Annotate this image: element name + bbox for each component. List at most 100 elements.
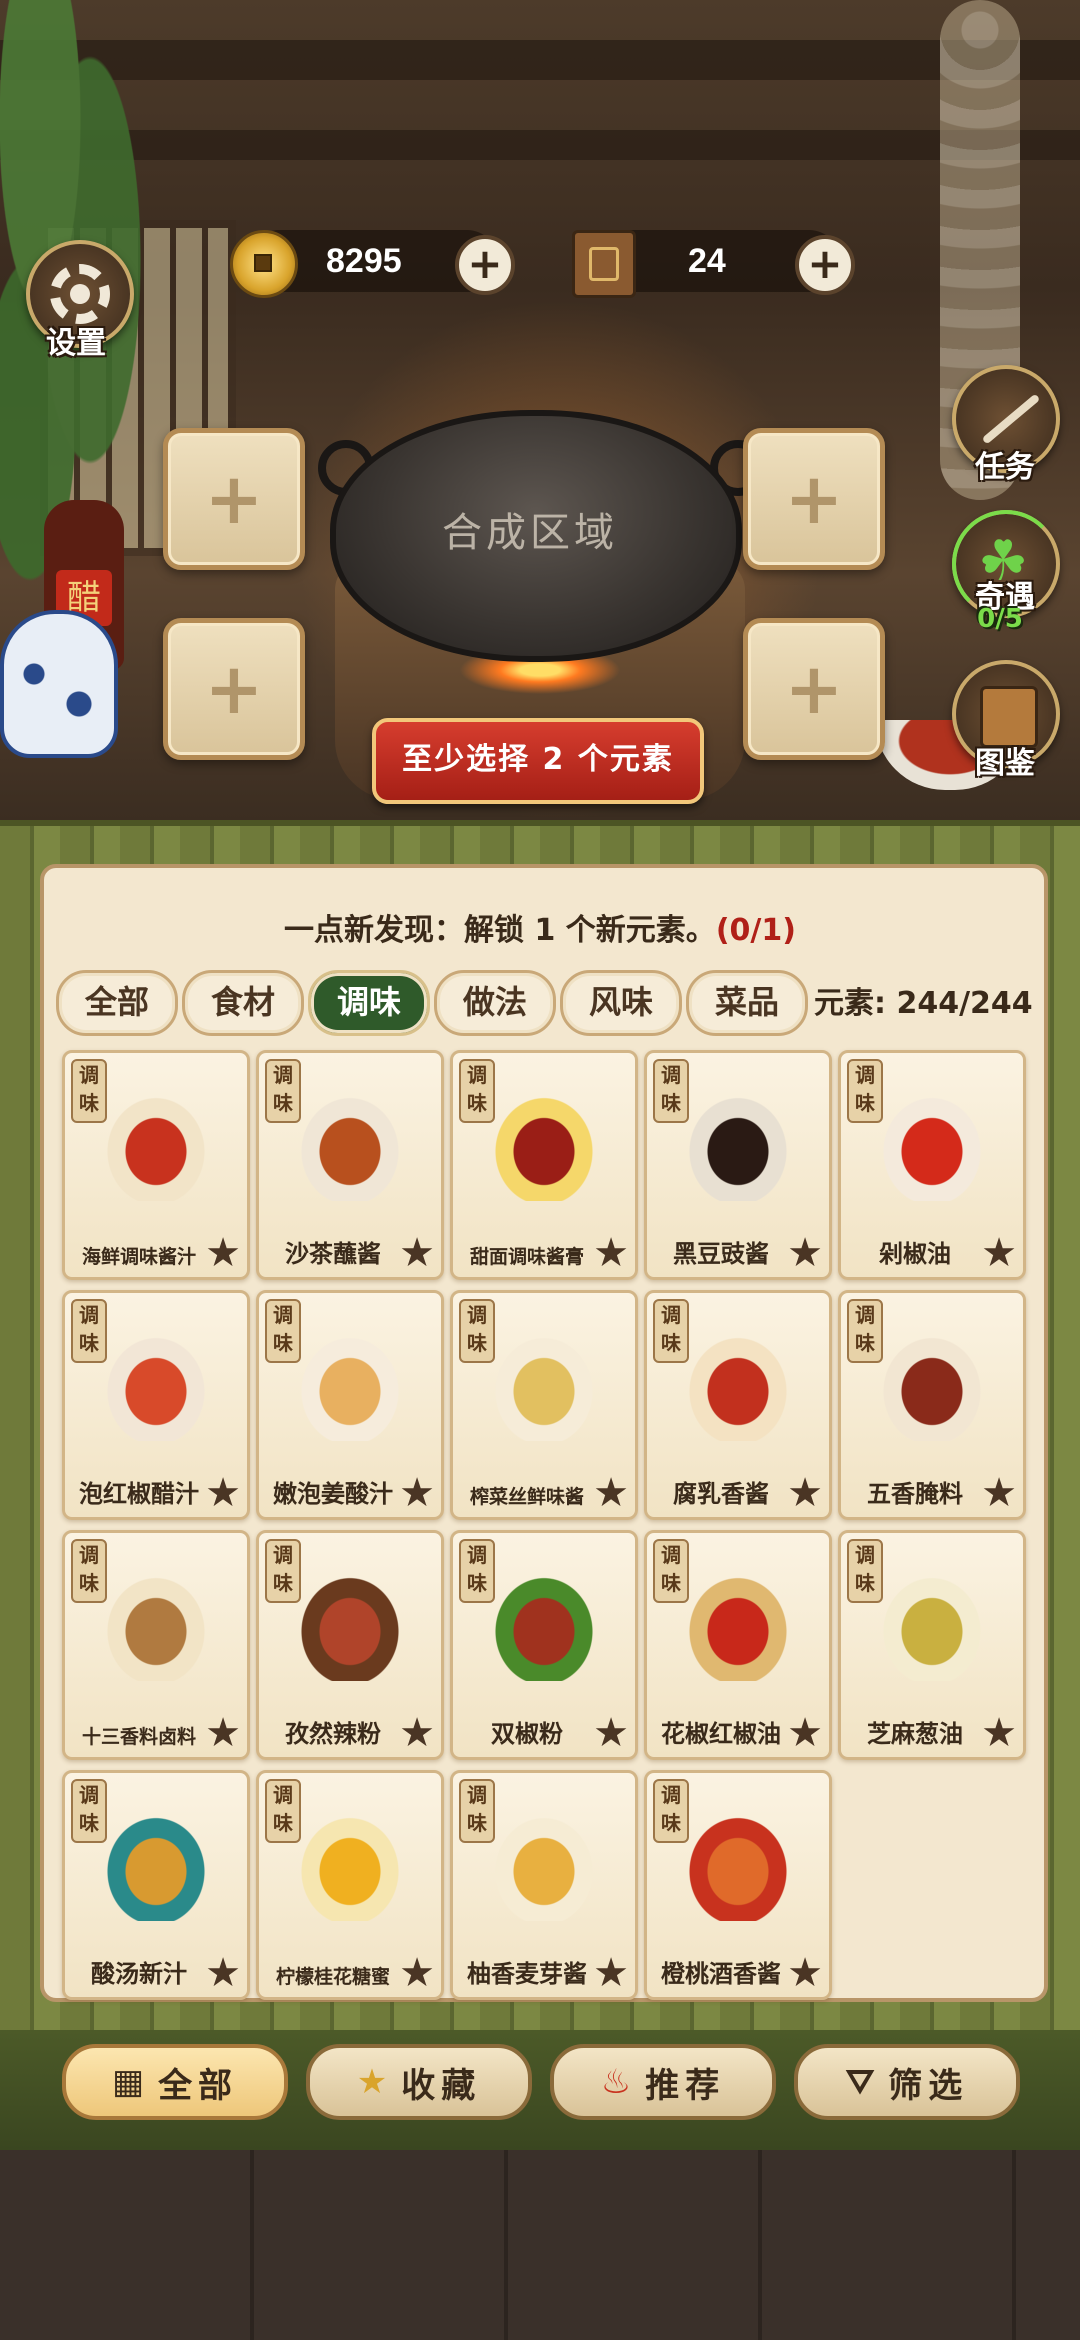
nav-all-button[interactable]: ▦ 全部	[62, 2044, 288, 2120]
sweet-bean-paste-icon	[489, 1091, 599, 1201]
gear-icon	[50, 264, 110, 324]
five-spice-marinade-icon	[877, 1331, 987, 1441]
tab-flavor[interactable]: 风味	[560, 970, 682, 1036]
add-books-button[interactable]: +	[795, 235, 855, 295]
favorite-star-icon[interactable]: ★	[205, 1953, 241, 1993]
element-card[interactable]: 调味 剁椒油 ★	[838, 1050, 1026, 1280]
satay-sauce-icon	[295, 1091, 405, 1201]
element-card[interactable]: 调味 海鲜调味酱汁 ★	[62, 1050, 250, 1280]
chopped-chili-oil-icon	[877, 1091, 987, 1201]
coin-count: 8295	[326, 241, 402, 280]
element-card[interactable]: 调味 芝麻葱油 ★	[838, 1530, 1026, 1760]
fire-icon: ♨	[600, 2062, 632, 2102]
element-name: 柠檬桂花糖蜜	[275, 1966, 390, 1988]
nav-filter-button[interactable]: ⛛ 筛选	[794, 2044, 1020, 2120]
favorite-star-icon[interactable]: ★	[593, 1713, 629, 1753]
favorite-star-icon[interactable]: ★	[981, 1713, 1017, 1753]
element-name: 黑豆豉酱	[673, 1240, 769, 1268]
element-name: 剁椒油	[879, 1240, 951, 1268]
element-name: 腐乳香酱	[673, 1480, 769, 1508]
element-count: 元素: 244/244	[814, 986, 1033, 1021]
element-card[interactable]: 调味 沙茶蘸酱 ★	[256, 1050, 444, 1280]
ingredient-slot-3[interactable]: +	[163, 618, 305, 760]
porcelain-jar	[0, 610, 118, 758]
element-name: 海鲜调味酱汁	[81, 1246, 196, 1268]
add-coins-button[interactable]: +	[455, 235, 515, 295]
ingredient-slot-4[interactable]: +	[743, 618, 885, 760]
favorite-star-icon[interactable]: ★	[787, 1953, 823, 1993]
element-name: 花椒红椒油	[661, 1720, 781, 1748]
tab-dishes[interactable]: 菜品	[686, 970, 808, 1036]
element-card[interactable]: 调味 十三香料卤料 ★	[62, 1530, 250, 1760]
plus-icon: +	[784, 648, 844, 730]
nav-favorites-label: 收藏	[401, 2065, 482, 2106]
pickled-ginger-icon	[295, 1331, 405, 1441]
ingredient-slot-2[interactable]: +	[743, 428, 885, 570]
encounter-progress: 0/5	[977, 604, 1023, 634]
grid-icon: ▦	[111, 2062, 145, 2102]
element-name: 酸汤新汁	[91, 1960, 187, 1988]
ceiling-beam	[0, 40, 1080, 80]
element-card[interactable]: 调味 嫩泡姜酸汁 ★	[256, 1290, 444, 1520]
favorite-star-icon[interactable]: ★	[399, 1713, 435, 1753]
element-name: 十三香料卤料	[81, 1726, 196, 1748]
brush-icon	[981, 393, 1041, 445]
quest-banner: 一点新发现：解锁 1 个新元素。(0/1)	[40, 905, 1040, 949]
quest-count: (0/1)	[715, 913, 796, 948]
element-card[interactable]: 调味 橙桃酒香酱 ★	[644, 1770, 832, 2000]
coin-icon	[230, 230, 298, 298]
pomelo-malt-sauce-icon	[489, 1811, 599, 1921]
favorite-star-icon[interactable]: ★	[593, 1473, 629, 1513]
double-pepper-powder-icon	[489, 1571, 599, 1681]
filter-icon: ⛛	[845, 2062, 875, 2102]
favorite-star-icon[interactable]: ★	[593, 1953, 629, 1993]
favorite-star-icon[interactable]: ★	[399, 1953, 435, 1993]
favorite-star-icon[interactable]: ★	[205, 1233, 241, 1273]
element-card[interactable]: 调味 双椒粉 ★	[450, 1530, 638, 1760]
ingredient-slot-1[interactable]: +	[163, 428, 305, 570]
lemon-osmanthus-syrup-icon	[295, 1811, 405, 1921]
nav-favorites-button[interactable]: ★ 收藏	[306, 2044, 532, 2120]
element-card[interactable]: 调味 酸汤新汁 ★	[62, 1770, 250, 2000]
element-name: 双椒粉	[491, 1720, 563, 1748]
element-card[interactable]: 调味 甜面调味酱膏 ★	[450, 1050, 638, 1280]
favorite-star-icon[interactable]: ★	[981, 1233, 1017, 1273]
tasks-label: 任务	[975, 450, 1035, 485]
zhacai-sauce-icon	[489, 1331, 599, 1441]
element-card[interactable]: 调味 五香腌料 ★	[838, 1290, 1026, 1520]
element-name: 五香腌料	[867, 1480, 963, 1508]
nav-recommend-button[interactable]: ♨ 推荐	[550, 2044, 776, 2120]
settings-label: 设置	[46, 326, 106, 361]
element-card[interactable]: 调味 腐乳香酱 ★	[644, 1290, 832, 1520]
tab-all[interactable]: 全部	[56, 970, 178, 1036]
nav-recommend-label: 推荐	[645, 2065, 726, 2106]
element-name: 沙茶蘸酱	[285, 1240, 381, 1268]
favorite-star-icon[interactable]: ★	[205, 1713, 241, 1753]
element-name: 泡红椒醋汁	[79, 1480, 199, 1508]
favorite-star-icon[interactable]: ★	[593, 1233, 629, 1273]
plus-icon: +	[784, 458, 844, 540]
element-card[interactable]: 调味 花椒红椒油 ★	[644, 1530, 832, 1760]
element-card[interactable]: 调味 泡红椒醋汁 ★	[62, 1290, 250, 1520]
favorite-star-icon[interactable]: ★	[399, 1473, 435, 1513]
element-card[interactable]: 调味 柠檬桂花糖蜜 ★	[256, 1770, 444, 2000]
element-card[interactable]: 调味 黑豆豉酱 ★	[644, 1050, 832, 1280]
favorite-star-icon[interactable]: ★	[787, 1473, 823, 1513]
black-bean-sauce-icon	[683, 1091, 793, 1201]
select-hint-banner: 至少选择 2 个元素	[372, 718, 704, 804]
tab-ingredients[interactable]: 食材	[182, 970, 304, 1036]
element-name: 榨菜丝鲜味酱	[469, 1486, 584, 1508]
favorite-star-icon[interactable]: ★	[205, 1473, 241, 1513]
tab-method[interactable]: 做法	[434, 970, 556, 1036]
element-card[interactable]: 调味 孜然辣粉 ★	[256, 1530, 444, 1760]
recipe-book-icon	[572, 230, 636, 298]
pickled-pepper-vinegar-icon	[101, 1331, 211, 1441]
favorite-star-icon[interactable]: ★	[399, 1233, 435, 1273]
tab-seasoning[interactable]: 调味	[308, 970, 430, 1036]
orange-peach-wine-sauce-icon	[683, 1811, 793, 1921]
favorite-star-icon[interactable]: ★	[787, 1713, 823, 1753]
favorite-star-icon[interactable]: ★	[981, 1473, 1017, 1513]
element-card[interactable]: 调味 柚香麦芽酱 ★	[450, 1770, 638, 2000]
favorite-star-icon[interactable]: ★	[787, 1233, 823, 1273]
element-card[interactable]: 调味 榨菜丝鲜味酱 ★	[450, 1290, 638, 1520]
